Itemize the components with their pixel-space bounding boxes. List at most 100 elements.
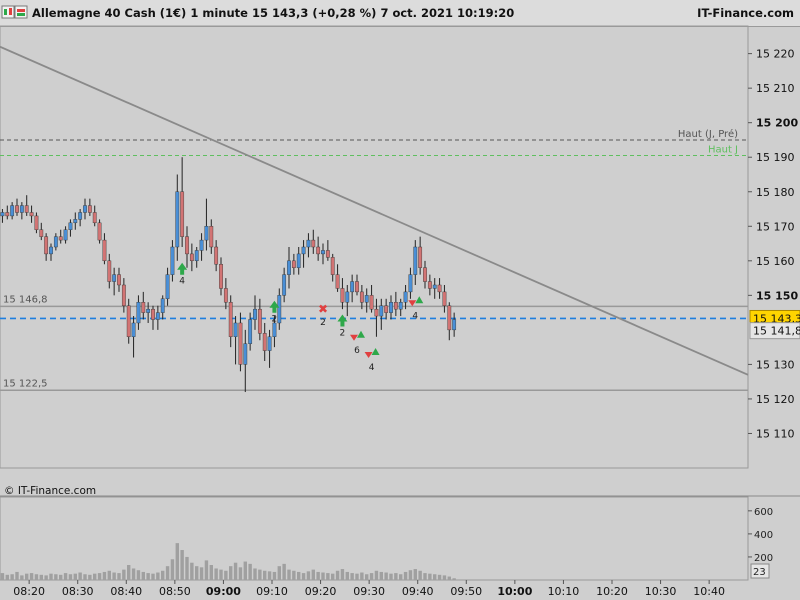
volume-bar [15,571,19,580]
candle-down [311,239,316,248]
volume-bar [161,570,165,580]
candle-up [408,274,413,293]
x-tick-label: 10:30 [645,585,677,598]
signal-count: 4 [412,311,418,321]
candle-down [447,305,452,331]
candle-up [19,205,24,213]
volume-tick-label: 400 [754,530,773,541]
volume-panel-border [0,496,749,581]
candle-down [223,288,228,303]
x-tick-label: 08:50 [159,585,191,598]
x-tick-label: 08:40 [110,585,142,598]
volume-bar [263,570,267,580]
volume-bar [122,569,126,580]
y-tick-label: 15 200 [756,117,798,130]
candle-up [345,291,350,303]
signal-count: 6 [354,346,360,356]
volume-bar [272,571,277,580]
candle-up [204,226,209,241]
volume-bar [131,568,136,580]
volume-bar [258,569,262,580]
volume-bar [170,559,175,580]
candle-up [199,239,204,251]
candle-up [233,322,238,337]
candle-up [403,291,408,303]
volume-bar [224,570,228,580]
volume-bar [403,571,408,580]
volume-bar [93,573,97,580]
volume-bar [175,543,179,580]
signal-count: 2 [272,315,278,325]
volume-bar [331,573,335,580]
volume-bar [214,568,218,580]
watermark: © IT-Finance.com [4,485,96,497]
volume-bar [267,571,272,580]
volume-bar [83,574,87,580]
candle-up [389,302,393,313]
candle-down [15,205,19,213]
volume-bar [248,563,252,580]
signal-cross-icon: ✖ [318,302,328,316]
candle-down [340,288,345,303]
x-tick-label: 09:50 [450,585,482,598]
price-chart[interactable]: Haut (J, Pré) Haut J 15 146,8 15 122,5 4 2 ✖ 2… [0,0,800,600]
volume-bar [54,574,58,580]
volume-bar [0,573,5,580]
volume-bar [97,573,102,580]
candle-down [92,212,97,224]
volume-bar [165,566,170,580]
volume-bar [369,573,374,580]
x-tick-label: 10:00 [497,585,532,598]
trendline-layer [0,45,749,376]
volume-bar [44,575,48,580]
candle-up [296,253,301,268]
y-tick-label: 15 180 [756,186,795,199]
candle-up [73,219,78,224]
x-tick-label: 10:10 [548,585,580,598]
candle-down [316,246,321,255]
volume-bar [321,572,325,580]
level-label: Haut J [708,144,738,155]
volume-bar [39,574,43,580]
candle-down [369,295,374,310]
volume-bar [233,562,238,580]
volume-bar [316,571,320,580]
volume-bar [253,568,257,580]
volume-bar [229,566,233,580]
y-tick-label: 15 220 [756,48,795,61]
volume-bar [277,566,281,580]
candle-up [170,246,175,275]
volume-bar [199,567,204,580]
candle-down [126,305,131,337]
candle-down [44,236,49,255]
candle-down [325,250,330,258]
signal-down-arrow-icon [350,334,358,341]
volume-bar [423,573,427,580]
volume-bar [29,573,34,580]
volume-bar [355,573,359,580]
volume-bar [384,572,388,580]
candle-down [58,236,63,241]
volume-bar [107,570,111,580]
candle-up [413,246,418,275]
volume-bar [374,570,379,580]
signal-up-arrow-icon [371,348,380,356]
candle-up [452,319,457,331]
candle-up [301,246,306,255]
level-label: Haut (J, Pré) [678,128,738,140]
volume-bar [127,565,131,580]
candle-up [63,229,68,241]
candle-up [287,260,291,275]
candle-up [243,343,248,365]
volume-bar [413,569,417,580]
volume-bar [292,570,296,580]
candle-up [253,308,257,320]
volume-bar [379,571,383,580]
volume-bar [350,573,354,580]
signal-count: 4 [179,277,185,287]
candle-up [155,312,160,320]
volume-bar [5,574,9,580]
candle-down [102,239,107,262]
trendline [0,45,749,376]
candle-down [393,302,398,310]
